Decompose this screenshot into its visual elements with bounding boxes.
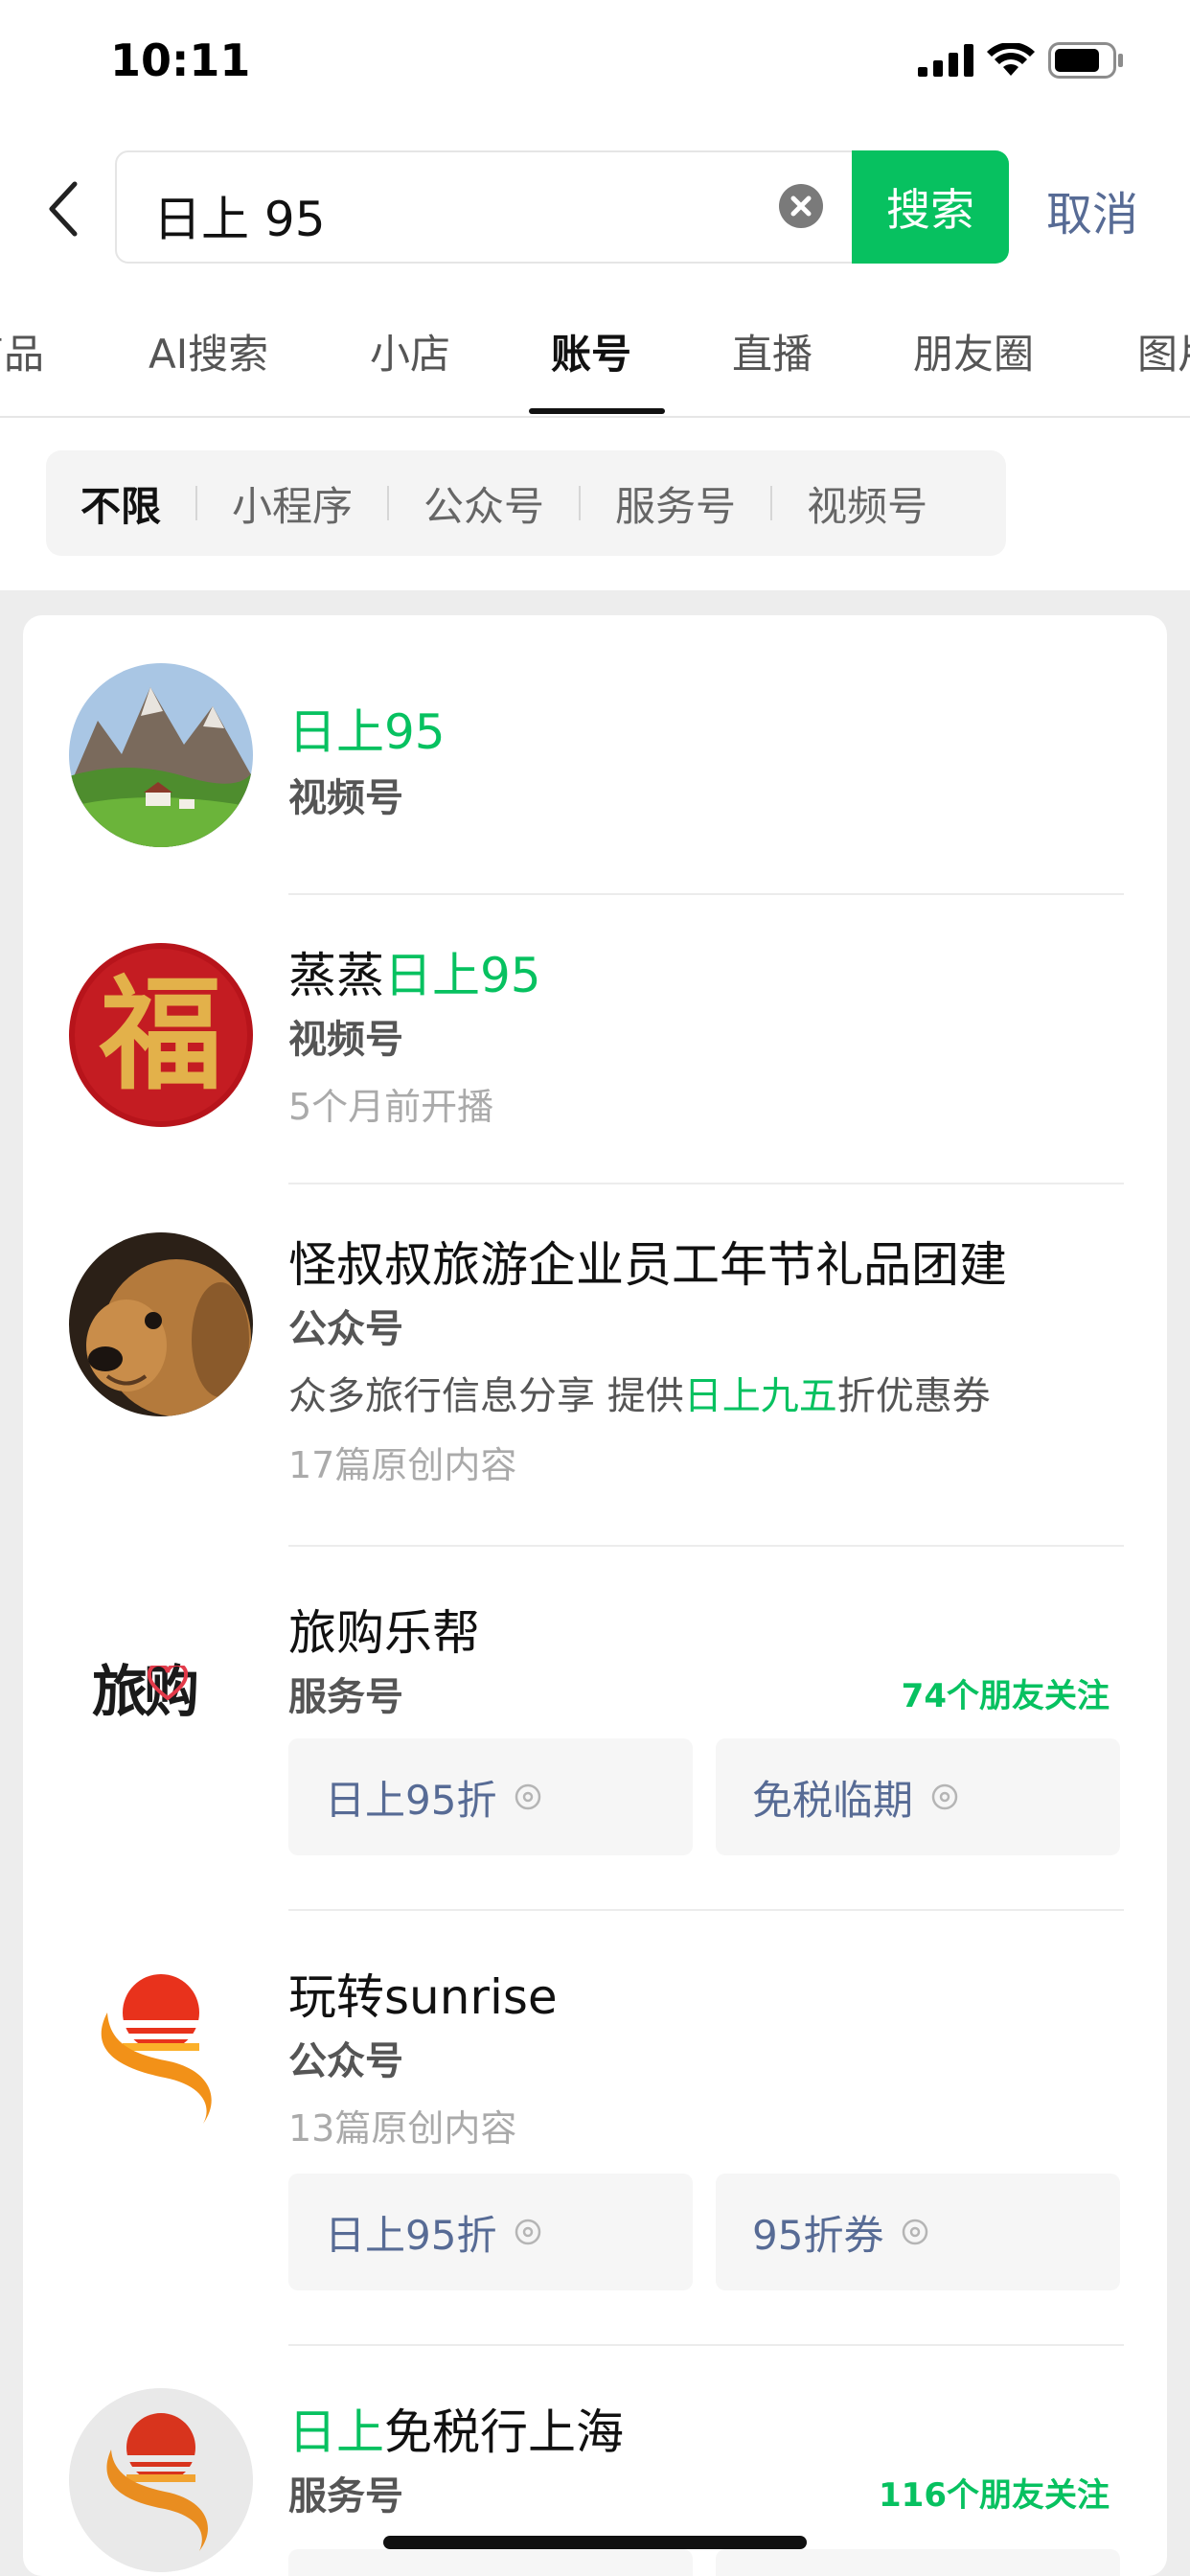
filter-official-account[interactable]: 公众号 <box>389 474 579 533</box>
avatar: 旅购 <box>69 1589 253 1773</box>
chip-label: 95折券 <box>752 2211 884 2259</box>
link-icon <box>515 2219 541 2245</box>
cancel-button[interactable]: 取消 <box>1046 176 1138 243</box>
avatar: 福 <box>69 943 253 1127</box>
result-item[interactable]: 怪叔叔旅游企业员工年节礼品团建 公众号 众多旅行信息分享 提供日上九五折优惠券 … <box>23 1184 1167 1547</box>
sunrise-duty-free-logo-icon <box>69 2388 253 2572</box>
sunrise-logo-icon <box>101 1974 212 2124</box>
filter-mini-program[interactable]: 小程序 <box>197 474 387 533</box>
tab-shop[interactable]: 小店 <box>370 322 450 380</box>
result-item[interactable]: 旅购 旅购乐帮 服务号 74个朋友关注 日上95折 免税临期 <box>23 1547 1167 1911</box>
svg-text:福: 福 <box>99 963 222 1107</box>
account-type: 视频号 <box>288 776 403 820</box>
result-title: 怪叔叔旅游企业员工年节礼品团建 <box>288 1237 1007 1293</box>
mountain-landscape-avatar-icon <box>69 663 253 847</box>
chip-label: 日上95折 <box>325 1776 497 1824</box>
results-list: 日上95 视频号 福 蒸蒸日上95 视频号 5个月前开播 怪叔叔旅游企业员工年节… <box>23 615 1167 2576</box>
filter-area: 不限 小程序 公众号 服务号 视频号 <box>0 418 1190 590</box>
result-item[interactable]: 福 蒸蒸日上95 视频号 5个月前开播 <box>23 895 1167 1184</box>
status-icons <box>918 42 1125 79</box>
tab-ai-search[interactable]: AI搜索 <box>149 322 268 380</box>
home-indicator <box>383 2536 807 2549</box>
result-item[interactable]: 日上95 视频号 <box>23 615 1167 895</box>
result-title: 玩转sunrise <box>288 1969 558 2025</box>
menu-chip[interactable]: 日上95折 <box>288 2174 693 2290</box>
result-meta: 5个月前开播 <box>288 1086 494 1128</box>
filter-all[interactable]: 不限 <box>46 474 195 533</box>
account-type: 服务号 <box>288 1675 403 1719</box>
description-highlight: 日上九五 <box>683 1374 837 1418</box>
golden-retriever-avatar-icon <box>69 1232 253 1416</box>
tab-live[interactable]: 直播 <box>732 322 812 380</box>
tab-moments[interactable]: 朋友圈 <box>913 322 1034 380</box>
status-time: 10:11 <box>110 34 251 86</box>
link-icon <box>515 1783 541 1810</box>
tab-goods[interactable]: 商品 <box>0 322 44 380</box>
search-input[interactable]: 日上 95 <box>153 181 326 250</box>
tab-accounts[interactable]: 账号 <box>551 322 631 380</box>
title-highlight: 日上 <box>288 2404 384 2460</box>
chip-label: 免税临期 <box>752 1776 914 1824</box>
title-prefix: 蒸蒸 <box>288 948 384 1003</box>
result-meta: 13篇原创内容 <box>288 2107 517 2150</box>
menu-chip[interactable]: 免税临期 <box>716 1738 1120 1855</box>
description-text: 众多旅行信息分享 提供 <box>288 1374 684 1418</box>
back-icon[interactable] <box>42 176 84 242</box>
title-highlight: 日上95 <box>384 948 541 1003</box>
result-title: 蒸蒸日上95 <box>288 937 541 1006</box>
avatar <box>69 1232 253 1416</box>
menu-chip[interactable]: 日上95折 <box>288 1738 693 1855</box>
avatar <box>69 663 253 847</box>
clear-icon[interactable] <box>778 183 824 229</box>
title-suffix: 免税行上海 <box>384 2404 624 2460</box>
filter-channels[interactable]: 视频号 <box>772 474 962 533</box>
result-description: 众多旅行信息分享 提供日上九五折优惠券 <box>288 1365 991 1420</box>
result-meta: 17篇原创内容 <box>288 1444 517 1486</box>
avatar <box>69 1953 253 2137</box>
account-type: 视频号 <box>288 1018 403 1062</box>
title-highlight: 日上95 <box>288 704 446 760</box>
status-bar: 10:11 <box>0 0 1190 134</box>
link-icon <box>903 2219 928 2245</box>
heart-icon <box>148 1666 188 1700</box>
signal-icon <box>918 44 973 77</box>
search-header: 日上 95 搜索 取消 <box>0 134 1190 288</box>
friends-following: 116个朋友关注 <box>879 2476 1110 2515</box>
menu-chip[interactable] <box>716 2549 1120 2576</box>
tab-images[interactable]: 图片 <box>1137 322 1190 380</box>
result-title: 日上免税行上海 <box>288 2394 624 2463</box>
link-icon <box>931 1783 958 1810</box>
account-type: 公众号 <box>288 2039 403 2083</box>
battery-icon <box>1048 42 1123 79</box>
filter-service-account[interactable]: 服务号 <box>581 474 770 533</box>
account-type: 服务号 <box>288 2474 403 2518</box>
chip-label: 日上95折 <box>325 2211 497 2259</box>
avatar <box>69 2388 253 2572</box>
menu-chip[interactable] <box>288 2549 693 2576</box>
menu-chip[interactable]: 95折券 <box>716 2174 1120 2290</box>
active-tab-indicator <box>529 408 665 414</box>
result-title: 旅购乐帮 <box>288 1605 480 1661</box>
category-tabs: 商品 AI搜索 小店 账号 直播 朋友圈 图片 <box>0 288 1190 418</box>
description-text: 折优惠券 <box>836 1374 991 1418</box>
wifi-icon <box>987 43 1035 76</box>
result-item[interactable]: 玩转sunrise 公众号 13篇原创内容 日上95折 95折券 <box>23 1911 1167 2346</box>
friends-following: 74个朋友关注 <box>901 1677 1110 1715</box>
account-type: 公众号 <box>288 1307 403 1351</box>
account-type-filter: 不限 小程序 公众号 服务号 视频号 <box>46 450 1006 556</box>
search-button[interactable]: 搜索 <box>852 150 1009 264</box>
fu-character-avatar-icon: 福 <box>69 943 253 1127</box>
result-title: 日上95 <box>288 694 446 763</box>
